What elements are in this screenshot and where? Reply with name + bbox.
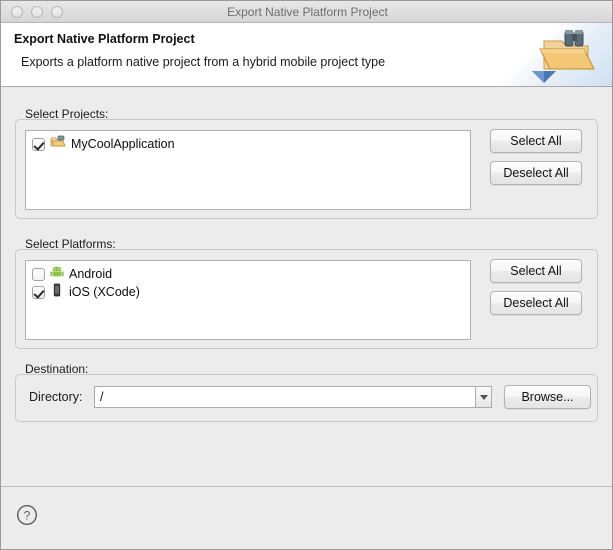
directory-value: / bbox=[100, 390, 104, 404]
ios-device-icon bbox=[50, 283, 64, 302]
select-platforms-group: Android iOS (XCode) Select All Deselect … bbox=[15, 249, 598, 349]
list-item[interactable]: iOS (XCode) bbox=[26, 283, 470, 301]
header-description: Exports a platform native project from a… bbox=[21, 55, 386, 69]
wizard-button-bar: ? < Back Next > Cancel Finish bbox=[1, 486, 612, 549]
platform-name: iOS (XCode) bbox=[69, 285, 140, 299]
projects-select-all-button[interactable]: Select All bbox=[490, 129, 582, 153]
directory-dropdown-button[interactable] bbox=[475, 386, 492, 408]
help-button[interactable]: ? bbox=[16, 504, 38, 531]
project-folder-icon bbox=[50, 135, 66, 154]
destination-group: Directory: / Browse... bbox=[15, 374, 598, 422]
svg-text:?: ? bbox=[24, 508, 31, 522]
folder-binoculars-icon bbox=[530, 27, 602, 86]
platforms-listbox[interactable]: Android iOS (XCode) bbox=[25, 260, 471, 340]
project-name: MyCoolApplication bbox=[71, 137, 175, 151]
wizard-header: Export Native Platform Project Exports a… bbox=[1, 23, 612, 87]
ios-checkbox[interactable] bbox=[32, 285, 45, 299]
chevron-down-icon bbox=[479, 394, 488, 400]
directory-label: Directory: bbox=[29, 390, 83, 404]
wizard-content: Select Projects: MyCoolApplication Selec… bbox=[1, 87, 612, 486]
list-item[interactable]: Android bbox=[26, 265, 470, 283]
android-checkbox[interactable] bbox=[32, 267, 45, 281]
title-bar: Export Native Platform Project bbox=[1, 1, 612, 23]
project-checkbox[interactable] bbox=[32, 137, 45, 151]
list-item[interactable]: MyCoolApplication bbox=[26, 135, 470, 153]
android-icon bbox=[50, 265, 64, 284]
projects-listbox[interactable]: MyCoolApplication bbox=[25, 130, 471, 210]
directory-input[interactable]: / bbox=[94, 386, 490, 408]
platform-name: Android bbox=[69, 267, 113, 281]
window-title: Export Native Platform Project bbox=[227, 5, 388, 19]
platforms-select-all-button[interactable]: Select All bbox=[490, 259, 582, 283]
export-wizard-window: Export Native Platform Project Export Na… bbox=[0, 0, 613, 550]
select-projects-group: MyCoolApplication Select All Deselect Al… bbox=[15, 119, 598, 219]
browse-button[interactable]: Browse... bbox=[504, 385, 591, 409]
header-title: Export Native Platform Project bbox=[14, 32, 195, 46]
platforms-deselect-all-button[interactable]: Deselect All bbox=[490, 291, 582, 315]
projects-deselect-all-button[interactable]: Deselect All bbox=[490, 161, 582, 185]
